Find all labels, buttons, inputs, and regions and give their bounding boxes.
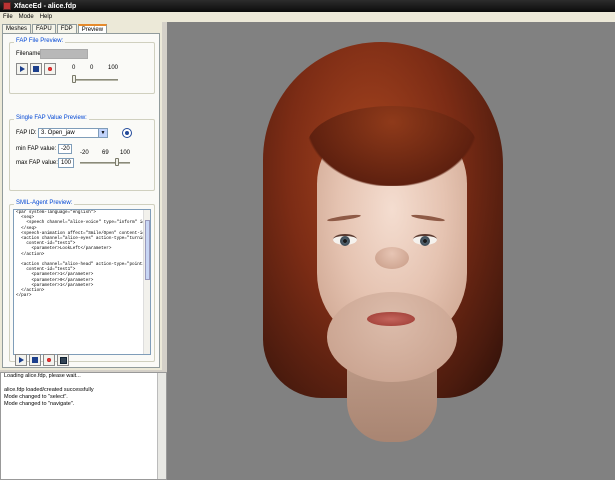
menu-help[interactable]: Help: [40, 14, 52, 20]
smil-scrollbar[interactable]: [143, 210, 150, 354]
play-fap-button[interactable]: [16, 63, 28, 75]
fap-file-preview-group: FAP File Preview: Filename: 0 0 100: [9, 38, 155, 94]
fap-id-select[interactable]: 3. Open_jaw ▼: [38, 128, 108, 138]
smil-save-button[interactable]: [57, 354, 69, 366]
head-nose: [375, 247, 409, 269]
log-panel: Loading alice.fdp, please wait... alice.…: [0, 372, 167, 480]
smil-code-editor[interactable]: <par system-language="english"> <seq> <s…: [13, 209, 151, 355]
right-eye: [413, 234, 437, 246]
right-iris: [420, 235, 430, 246]
reset-fap-button[interactable]: [44, 63, 56, 75]
left-eye: [333, 234, 357, 246]
fap-id-select-value: 3. Open_jaw: [41, 130, 75, 136]
max-fap-field[interactable]: 100: [58, 158, 74, 168]
play-icon: [18, 357, 24, 363]
head-mouth: [367, 312, 415, 326]
reset-icon: [45, 356, 53, 364]
fap-file-slider-thumb[interactable]: [72, 75, 76, 83]
code-line: <speech channel="alice-voice" type="info…: [16, 220, 151, 226]
stop-icon: [32, 357, 38, 363]
log-line: Loading alice.fdp, please wait...: [4, 373, 81, 379]
3d-viewport[interactable]: [167, 22, 615, 480]
app-icon: [3, 2, 11, 10]
filename-label: Filename:: [16, 51, 43, 57]
smil-play-button[interactable]: [15, 354, 27, 366]
window-title: XfaceEd - alice.fdp: [14, 2, 77, 10]
smil-code-lines: <par system-language="english"> <seq> <s…: [14, 210, 150, 298]
chevron-down-icon[interactable]: ▼: [98, 129, 107, 137]
smil-reset-button[interactable]: [43, 354, 55, 366]
fap-slider-min-label: -20: [80, 150, 89, 156]
fap-slider-max-label: 100: [108, 65, 119, 71]
apply-fap-button[interactable]: [122, 128, 132, 138]
max-fap-label: max FAP value:: [16, 160, 58, 166]
single-fap-slider-track[interactable]: [80, 162, 130, 164]
stop-fap-button[interactable]: [30, 63, 42, 75]
left-iris: [340, 235, 350, 246]
smil-stop-button[interactable]: [29, 354, 41, 366]
head-chin: [327, 292, 457, 382]
menu-bar: File Mode Help: [0, 12, 615, 22]
fap-file-preview-legend: FAP File Preview:: [14, 38, 66, 44]
play-icon: [19, 66, 25, 72]
log-line: Mode changed to "select".: [4, 394, 68, 400]
code-line: </par>: [16, 293, 32, 299]
single-fap-slider-thumb[interactable]: [115, 158, 120, 166]
filename-field[interactable]: [40, 49, 88, 59]
smil-legend: SMIL-Agent Preview:: [14, 200, 75, 206]
stop-icon: [33, 66, 39, 72]
fap-slider-min-label: 0: [72, 65, 76, 71]
left-panel: Meshes FAPU FDP Preview FAP File Preview…: [0, 22, 162, 370]
title-bar: XfaceEd - alice.fdp: [0, 0, 615, 12]
single-fap-group: Single FAP Value Preview: FAP ID: 3. Ope…: [9, 115, 155, 191]
head-bangs: [307, 106, 477, 186]
fap-file-slider-track[interactable]: [72, 79, 118, 81]
fap-slider-current-label: 0: [90, 65, 94, 71]
log-line: alice.fdp loaded/created successfully: [4, 387, 94, 393]
fap-id-label: FAP ID:: [16, 130, 37, 136]
preview-tab-content: FAP File Preview: Filename: 0 0 100 Sing…: [2, 33, 160, 368]
single-fap-legend: Single FAP Value Preview:: [14, 115, 89, 121]
fap-slider-max-label: 100: [120, 150, 131, 156]
fap-slider-current-label: 69: [102, 150, 109, 156]
log-scrollbar[interactable]: [157, 373, 166, 479]
menu-file[interactable]: File: [3, 14, 13, 20]
min-fap-label: min FAP value:: [16, 146, 57, 152]
min-fap-field[interactable]: -20: [58, 144, 72, 154]
log-lines: Loading alice.fdp, please wait... alice.…: [1, 373, 166, 408]
log-line: Mode changed to "navigate".: [4, 401, 75, 407]
menu-mode[interactable]: Mode: [19, 14, 34, 20]
save-icon: [59, 356, 67, 364]
reset-icon: [46, 65, 54, 73]
smil-scroll-thumb[interactable]: [145, 220, 150, 280]
